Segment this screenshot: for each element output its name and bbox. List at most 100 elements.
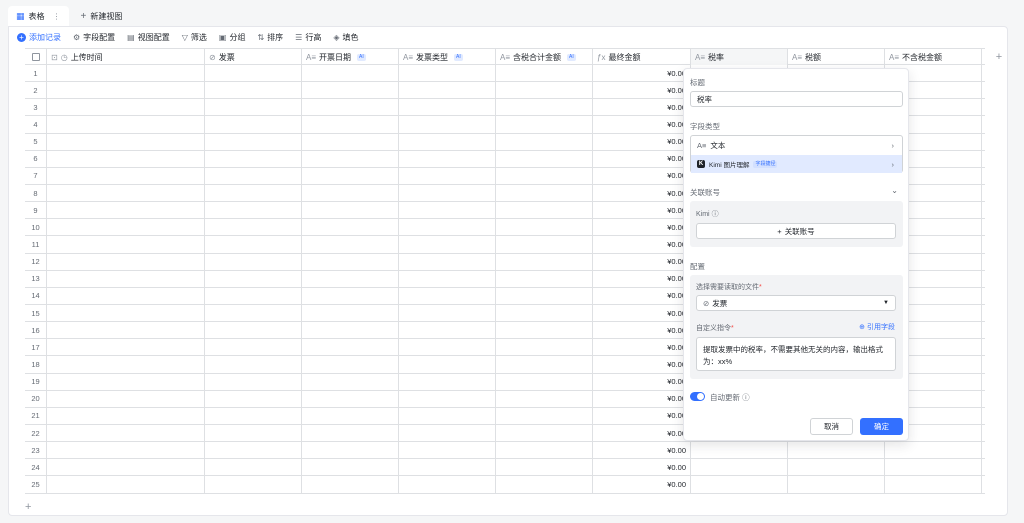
file-select-dropdown[interactable]: ⊘ 发票 ▼	[696, 295, 896, 311]
view-config-button[interactable]: ▤ 视图配置	[127, 32, 170, 43]
column-header-tax-rate[interactable]: A≡ 税率	[691, 49, 788, 65]
table-cell[interactable]	[205, 99, 302, 116]
table-cell[interactable]	[205, 253, 302, 270]
table-cell[interactable]	[399, 390, 496, 407]
final-amount-cell[interactable]: ¥0.00	[593, 99, 691, 116]
table-cell[interactable]	[205, 442, 302, 459]
table-cell[interactable]	[496, 287, 593, 304]
table-cell[interactable]	[496, 390, 593, 407]
table-cell[interactable]	[302, 236, 399, 253]
final-amount-cell[interactable]: ¥0.00	[593, 184, 691, 202]
final-amount-cell[interactable]: ¥0.00	[593, 236, 691, 253]
table-cell[interactable]	[302, 390, 399, 407]
table-cell[interactable]	[205, 322, 302, 339]
table-cell[interactable]	[47, 65, 205, 82]
column-header-final-amount[interactable]: ƒx 最终金额	[593, 49, 691, 65]
final-amount-cell[interactable]: ¥0.00	[593, 270, 691, 287]
table-cell[interactable]	[496, 65, 593, 82]
column-header-tax-amount[interactable]: A≡ 税额	[788, 49, 885, 65]
table-cell[interactable]	[399, 442, 496, 459]
select-all-checkbox[interactable]	[25, 49, 47, 65]
column-header-upload-time[interactable]: ⊡ ◷ 上传时间	[47, 49, 205, 65]
table-cell[interactable]	[302, 287, 399, 304]
table-cell[interactable]	[399, 219, 496, 236]
table-cell[interactable]	[399, 184, 496, 202]
tab-new-view[interactable]: + 新建视图	[73, 6, 131, 26]
table-cell[interactable]	[47, 99, 205, 116]
table-cell[interactable]	[496, 442, 593, 459]
table-cell[interactable]	[302, 65, 399, 82]
table-cell[interactable]	[302, 150, 399, 167]
table-cell[interactable]	[496, 407, 593, 424]
table-cell[interactable]	[496, 116, 593, 133]
table-cell[interactable]	[302, 82, 399, 99]
table-cell[interactable]	[399, 459, 496, 476]
table-cell[interactable]	[788, 459, 885, 476]
custom-prompt-textarea[interactable]: 提取发票中的税率，不需要其他无关的内容，输出格式为：xx%	[696, 337, 896, 371]
table-cell[interactable]	[496, 304, 593, 322]
table-cell[interactable]	[399, 236, 496, 253]
add-record-button[interactable]: + 添加记录	[17, 32, 61, 43]
table-cell[interactable]	[205, 356, 302, 373]
table-cell[interactable]	[47, 116, 205, 133]
table-cell[interactable]	[302, 253, 399, 270]
more-vertical-icon[interactable]: ⋮	[53, 12, 61, 21]
table-cell[interactable]	[399, 356, 496, 373]
table-cell[interactable]	[47, 373, 205, 390]
field-type-kimi-option[interactable]: K Kimi 图片理解 字段捷径 ›	[691, 155, 902, 173]
column-header-total-with-tax[interactable]: A≡ 含税合计金额 AI	[496, 49, 593, 65]
final-amount-cell[interactable]: ¥0.00	[593, 390, 691, 407]
table-cell[interactable]	[691, 476, 788, 493]
table-cell[interactable]	[47, 270, 205, 287]
table-cell[interactable]	[205, 167, 302, 184]
table-cell[interactable]	[47, 133, 205, 150]
confirm-button[interactable]: 确定	[860, 418, 903, 435]
table-cell[interactable]	[205, 65, 302, 82]
tab-table[interactable]: ▦ 表格 ⋮	[8, 6, 69, 26]
table-cell[interactable]	[302, 270, 399, 287]
sort-button[interactable]: ⇅ 排序	[257, 32, 283, 43]
table-cell[interactable]	[399, 373, 496, 390]
filter-button[interactable]: ▽ 筛选	[182, 32, 207, 43]
table-cell[interactable]	[788, 442, 885, 459]
fill-color-button[interactable]: ◈ 填色	[333, 32, 358, 43]
table-cell[interactable]	[496, 219, 593, 236]
table-cell[interactable]	[302, 373, 399, 390]
final-amount-cell[interactable]: ¥0.00	[593, 373, 691, 390]
final-amount-cell[interactable]: ¥0.00	[593, 304, 691, 322]
table-cell[interactable]	[47, 459, 205, 476]
link-account-button[interactable]: + 关联账号	[696, 223, 896, 239]
cancel-button[interactable]: 取消	[810, 418, 853, 435]
table-cell[interactable]	[496, 270, 593, 287]
final-amount-cell[interactable]: ¥0.00	[593, 253, 691, 270]
table-cell[interactable]	[205, 407, 302, 424]
table-cell[interactable]	[205, 184, 302, 202]
table-cell[interactable]	[399, 167, 496, 184]
table-cell[interactable]	[47, 304, 205, 322]
table-cell[interactable]	[399, 287, 496, 304]
final-amount-cell[interactable]: ¥0.00	[593, 339, 691, 356]
table-cell[interactable]	[399, 339, 496, 356]
table-cell[interactable]	[885, 459, 982, 476]
column-header-invoice-date[interactable]: A≡ 开票日期 AI	[302, 49, 399, 65]
table-cell[interactable]	[399, 304, 496, 322]
table-cell[interactable]	[47, 476, 205, 493]
table-cell[interactable]	[496, 322, 593, 339]
table-cell[interactable]	[399, 270, 496, 287]
table-cell[interactable]	[47, 236, 205, 253]
table-cell[interactable]	[496, 99, 593, 116]
table-cell[interactable]	[205, 270, 302, 287]
table-cell[interactable]	[47, 407, 205, 424]
table-cell[interactable]	[47, 424, 205, 442]
table-cell[interactable]	[496, 133, 593, 150]
table-cell[interactable]	[302, 356, 399, 373]
table-cell[interactable]	[205, 373, 302, 390]
table-cell[interactable]	[205, 287, 302, 304]
table-cell[interactable]	[496, 253, 593, 270]
table-cell[interactable]	[399, 116, 496, 133]
table-cell[interactable]	[399, 99, 496, 116]
final-amount-cell[interactable]: ¥0.00	[593, 476, 691, 493]
table-cell[interactable]	[302, 459, 399, 476]
table-cell[interactable]	[302, 99, 399, 116]
table-cell[interactable]	[47, 442, 205, 459]
